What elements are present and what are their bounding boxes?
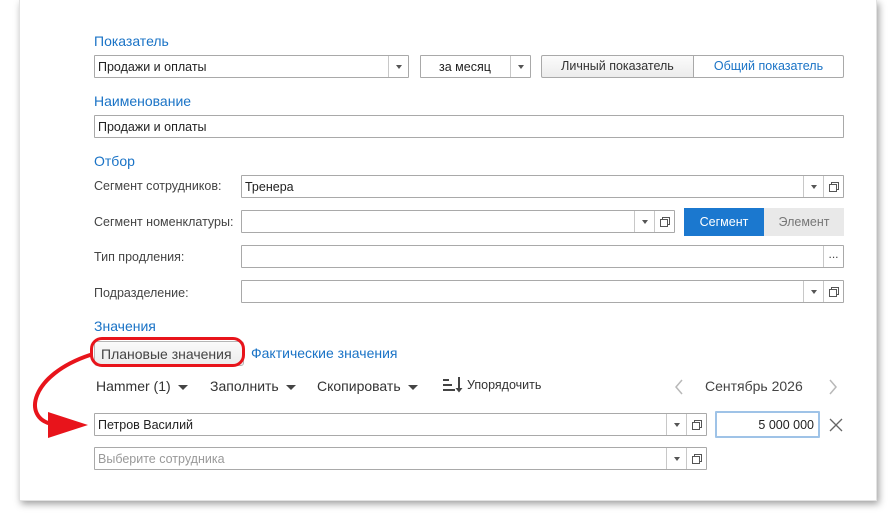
annotation-arrow-icon [33, 353, 92, 438]
